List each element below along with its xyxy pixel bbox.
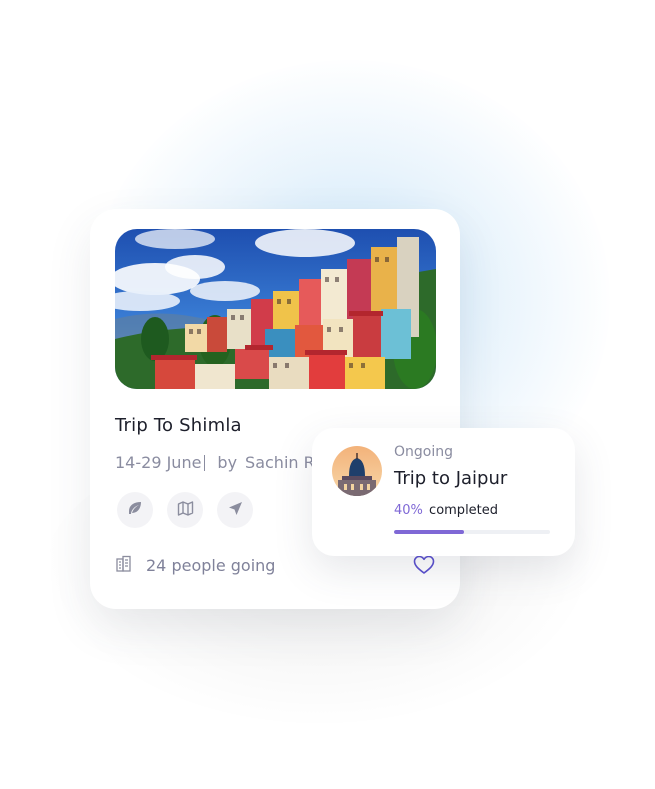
progress-text: 40% completed [394, 503, 498, 518]
trip-status: Ongoing [394, 444, 453, 460]
progress-percent: 40% [394, 503, 423, 518]
favorite-button[interactable] [413, 555, 435, 579]
progress-card[interactable]: Ongoing Trip to Jaipur 40% completed [312, 428, 575, 556]
heart-icon [413, 555, 435, 579]
leaf-icon [127, 500, 143, 520]
map-icon [177, 500, 194, 521]
meta-divider [204, 454, 206, 471]
progress-bar [394, 530, 550, 534]
trip-title: Trip To Shimla [115, 415, 242, 436]
by-label: by [217, 453, 238, 472]
leaf-button[interactable] [117, 492, 153, 528]
send-button[interactable] [217, 492, 253, 528]
progress-completed-label: completed [429, 503, 499, 518]
trip-dates: 14-29 June [115, 453, 202, 472]
trip-photo [115, 229, 436, 389]
trip-actions [117, 492, 253, 528]
jaipur-avatar [332, 446, 382, 496]
progress-fill [394, 530, 465, 534]
progress-trip-title: Trip to Jaipur [394, 468, 508, 489]
send-icon [228, 501, 243, 520]
people-going: 24 people going [115, 555, 275, 576]
building-icon [115, 555, 132, 576]
map-button[interactable] [167, 492, 203, 528]
people-going-label: 24 people going [146, 556, 276, 575]
